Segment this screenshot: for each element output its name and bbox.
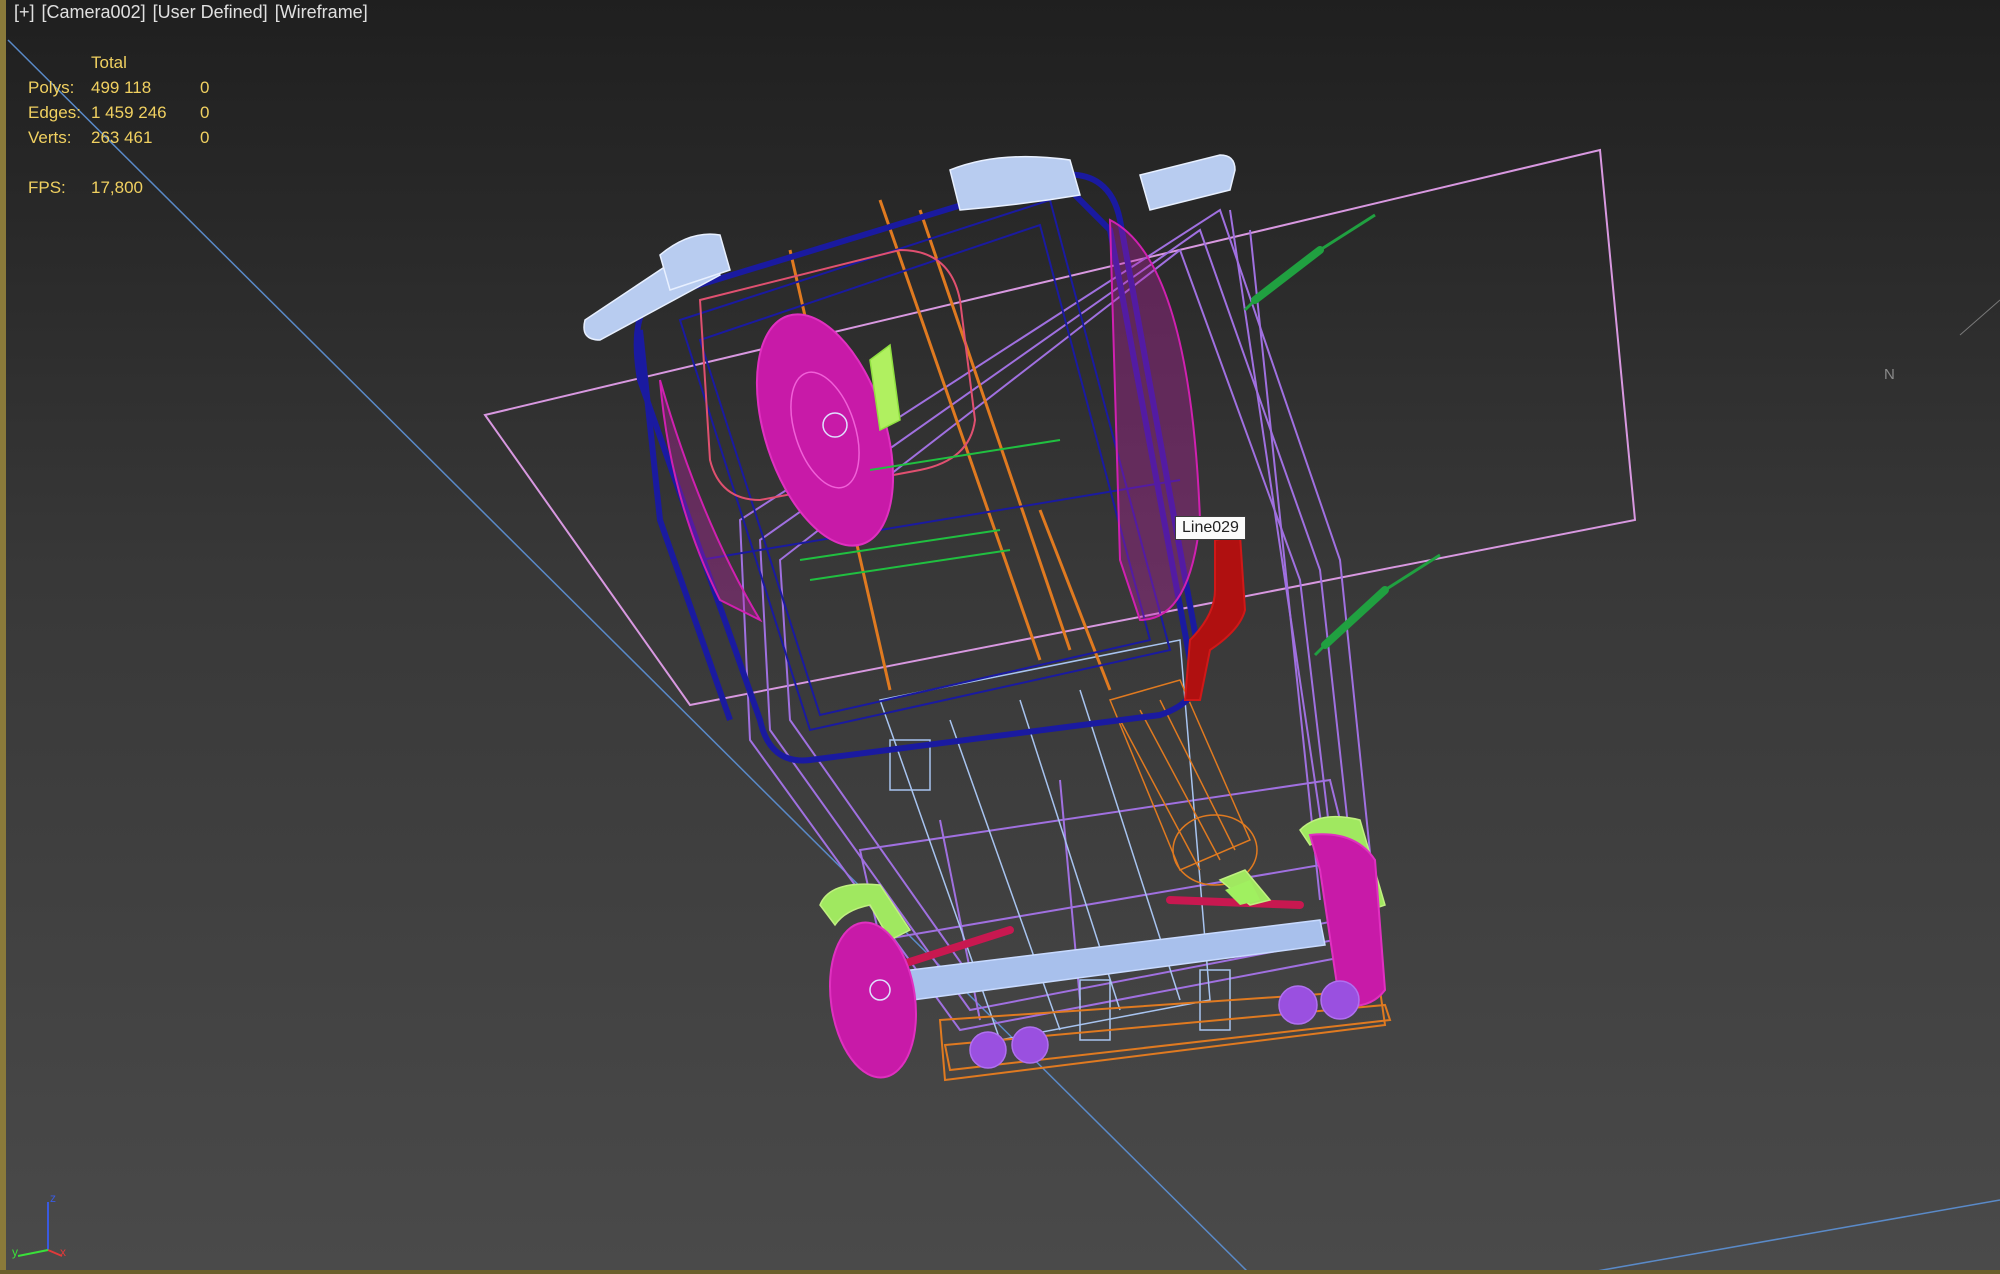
viewport-label-menu[interactable]: [+] [Camera002] [User Defined] [Wirefram… xyxy=(14,2,370,23)
stats-row-label: Verts: xyxy=(28,128,72,147)
stats-total-header: Total xyxy=(91,53,127,72)
grid-line xyxy=(7,39,1251,1274)
right-rear-wheel xyxy=(1308,833,1387,1007)
fps-label: FPS: xyxy=(28,178,66,197)
stats-row-label: Edges: xyxy=(28,103,81,122)
viewport-shading-menu[interactable]: [User Defined] xyxy=(153,2,268,22)
active-viewport-border xyxy=(0,0,6,1274)
axis-z-label: z xyxy=(50,1191,56,1205)
grid-line xyxy=(1959,299,2000,336)
viewport-camera-menu[interactable]: [Camera002] xyxy=(42,2,146,22)
rear-axle xyxy=(869,919,1326,1006)
wheel-brackets xyxy=(819,815,1386,941)
stats-row-total: 499 118 xyxy=(91,78,152,97)
compass-north-label: N xyxy=(1884,366,1895,383)
wireframe-scene[interactable] xyxy=(0,0,2000,1274)
viewport-general-menu[interactable]: [+] xyxy=(14,2,35,22)
stats-row-selected: 0 xyxy=(200,78,210,97)
shock-absorbers xyxy=(1251,246,1389,649)
stats-row-total: 263 461 xyxy=(91,128,153,147)
stats-row-selected: 0 xyxy=(200,128,210,147)
object-name-tooltip: Line029 xyxy=(1175,516,1246,540)
left-rear-wheel xyxy=(829,921,917,1079)
seat-body-inner xyxy=(678,198,1181,732)
exhaust-cylinder xyxy=(1108,679,1258,886)
axis-y-line xyxy=(17,1249,49,1257)
axis-tripod-icon: z x y xyxy=(12,1191,66,1259)
grid-line xyxy=(1579,1199,2000,1274)
stats-row-label: Polys: xyxy=(28,78,75,97)
3d-viewport[interactable]: [+] [Camera002] [User Defined] [Wirefram… xyxy=(0,0,2000,1274)
viewport-display-menu[interactable]: [Wireframe] xyxy=(275,2,368,22)
stats-row-total: 1 459 246 xyxy=(91,103,167,122)
axis-y-label: y xyxy=(12,1245,18,1259)
fps-value: 17,800 xyxy=(91,178,143,197)
active-viewport-border-bottom xyxy=(0,1270,2000,1274)
stats-row-selected: 0 xyxy=(200,103,210,122)
axis-x-label: x xyxy=(60,1245,66,1259)
